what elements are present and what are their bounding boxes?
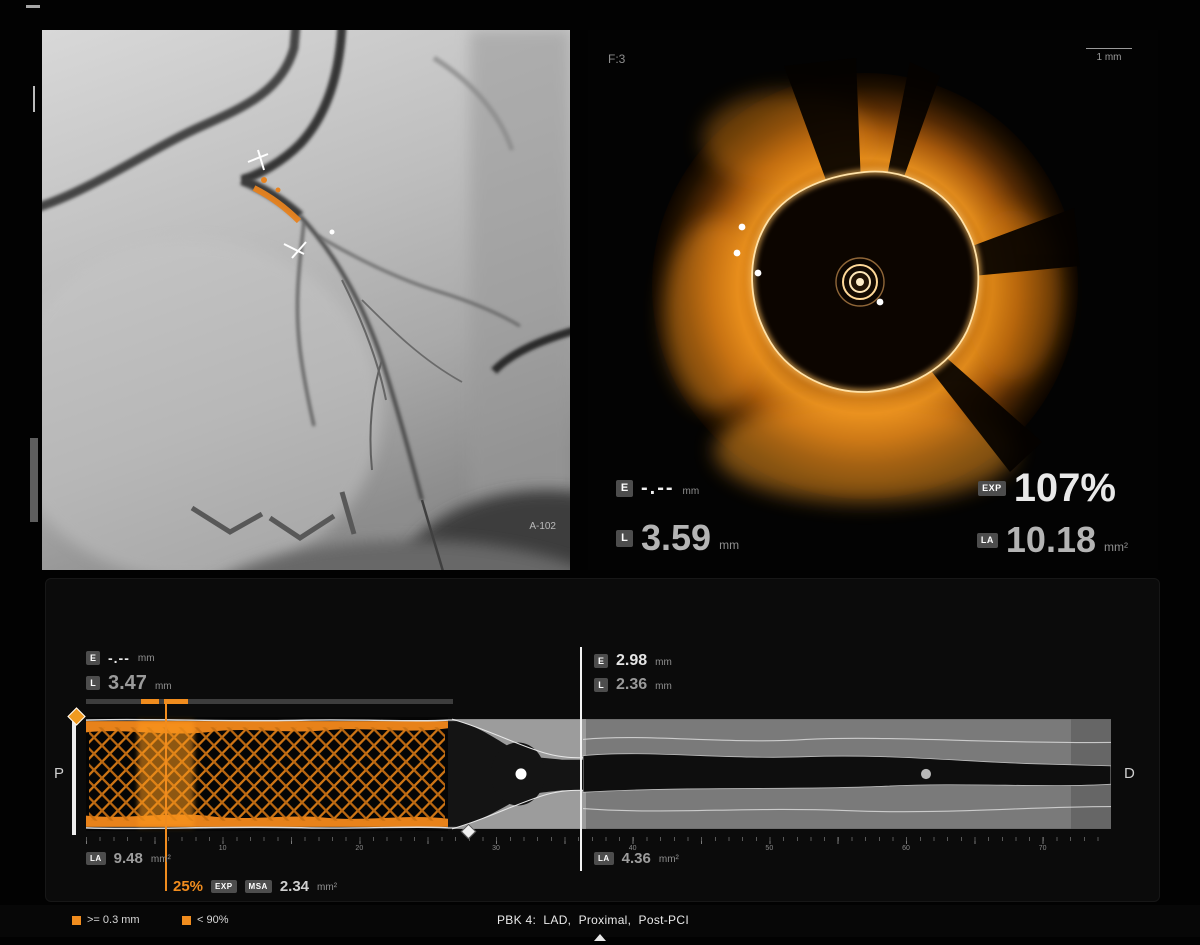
oct-lumen-diameter-row: L 3.59 mm [616,520,739,556]
proximal-edge-marker[interactable] [72,713,76,835]
expansion-value: 107% [1013,466,1116,510]
msa-unit: mm² [317,882,338,893]
angiography-viewport[interactable]: A-102 [42,30,570,570]
lumen-area-unit: mm² [150,854,171,865]
study-label: PBK 4: LAD, Proximal, Post-PCI [497,913,689,927]
mean-diameter-badge: E [594,654,608,668]
lumen-area-value: 10.18 [1005,519,1096,560]
lumen-diameter-badge: L [86,676,100,690]
angio-corner-label: A-102 [529,521,556,532]
lumen-area-value: 4.36 [621,850,651,867]
legend-expansion-label: < 90% [197,914,229,926]
lumen-area-unit: mm² [658,854,679,865]
proximal-bookmark-diamond[interactable] [67,707,86,726]
expansion-badge: EXP [978,480,1006,496]
lmode-frame-lumen-area: LA 4.36 mm² [594,851,679,866]
proximal-label: P [54,765,65,782]
apposition-mark [164,699,188,704]
vessel-longitudinal-image[interactable] [86,713,1111,835]
reference-marker-dot [921,768,931,780]
mean-diameter-value: -.-- [641,477,675,499]
lumen-diameter-unit: mm [719,538,740,552]
pullback-progress-bar[interactable] [86,699,453,704]
drawer-handle-icon[interactable] [594,934,606,941]
apposition-mark [141,699,159,704]
legend-apposition-label: >= 0.3 mm [87,914,140,926]
legend-apposition: >= 0.3 mm [72,914,140,926]
screen-edge-artifact [30,438,38,522]
lumen-diameter-value: 2.36 [616,676,648,693]
mean-diameter-value: 2.98 [616,652,648,669]
lmode-left-mean-diameter: E -.-- mm [86,651,155,665]
lumen-diameter-unit: mm [655,681,672,692]
msa-value: 2.34 [279,878,310,895]
imaging-catheter-artifact [835,257,885,307]
status-bar: >= 0.3 mm < 90% PBK 4: LAD, Proximal, Po… [0,905,1200,937]
scale-bar-line [1086,48,1132,49]
oct-workstation-screen: A-102 F:3 1 mm E -.-- mm EXP 107% L 3.59… [0,0,1200,945]
legend-expansion: < 90% [182,914,229,926]
expansion-percent-value: 25% [173,878,204,895]
lumen-area-badge: LA [594,852,614,865]
mean-diameter-unit: mm [655,657,672,668]
mean-diameter-unit: mm [682,486,700,497]
ruler-tick-label: 70 [1038,845,1047,852]
oct-expansion-row: EXP 107% [978,468,1116,508]
mean-diameter-unit: mm [137,653,155,664]
oct-frame-label: F:3 [608,52,626,66]
frame-marker-dot [515,768,527,780]
vessel-render [86,717,1111,831]
mean-diameter-badge: E [616,479,633,497]
lumen-diameter-badge: L [616,529,633,547]
ruler-tick-label: 50 [765,845,774,852]
oct-scale-bar: 1 mm [1086,48,1132,63]
scale-bar-label: 1 mm [1096,52,1122,63]
msa-badge: MSA [244,880,272,893]
lmode-frame-mean-diameter: E 2.98 mm [594,653,672,669]
lmode-frame-lumen-diameter: L 2.36 mm [594,677,672,693]
lumen-area-unit: mm² [1104,540,1128,554]
oct-mean-diameter-row: E -.-- mm [616,478,699,498]
lumen-diameter-value: 3.59 [641,517,712,558]
mean-diameter-badge: E [86,651,100,665]
lmode-longitudinal-view[interactable]: E -.-- mm L 3.47 mm E 2.98 mm L 2.36 mm [45,578,1160,902]
msa-expansion-row: 25% EXP MSA 2.34 mm² [173,879,337,894]
ruler-tick-label: 30 [492,845,500,852]
oct-lumen-area-row: LA 10.18 mm² [976,519,1128,560]
distal-label: D [1124,765,1135,782]
lumen-area-value: 9.48 [113,850,143,867]
oct-cross-section-viewport[interactable]: F:3 1 mm E -.-- mm EXP 107% L 3.59 mm LA… [588,30,1158,570]
expansion-swatch-icon [182,915,191,925]
lumen-area-badge: LA [976,532,998,548]
lmode-left-lumen-diameter: L 3.47 mm [86,673,172,693]
ruler-tick-label: 10 [218,845,227,852]
expansion-badge: EXP [211,880,237,893]
lumen-diameter-badge: L [594,678,608,692]
ruler-minor-ticks [86,837,1111,841]
angiogram-image [42,30,570,570]
lumen-diameter-value: 3.47 [108,672,147,694]
lmode-left-lumen-area: LA 9.48 mm² [86,851,171,866]
pullback-ruler: 10 20 30 40 50 60 70 [86,837,1111,852]
screen-edge-artifact [26,5,40,8]
ruler-tick-label: 60 [902,845,910,852]
lumen-diameter-unit: mm [154,681,172,692]
screen-edge-artifact [33,86,35,112]
ruler-tick-label: 20 [355,845,364,852]
apposition-swatch-icon [72,915,81,925]
mean-diameter-value: -.-- [108,650,130,666]
lumen-area-badge: LA [86,852,106,865]
